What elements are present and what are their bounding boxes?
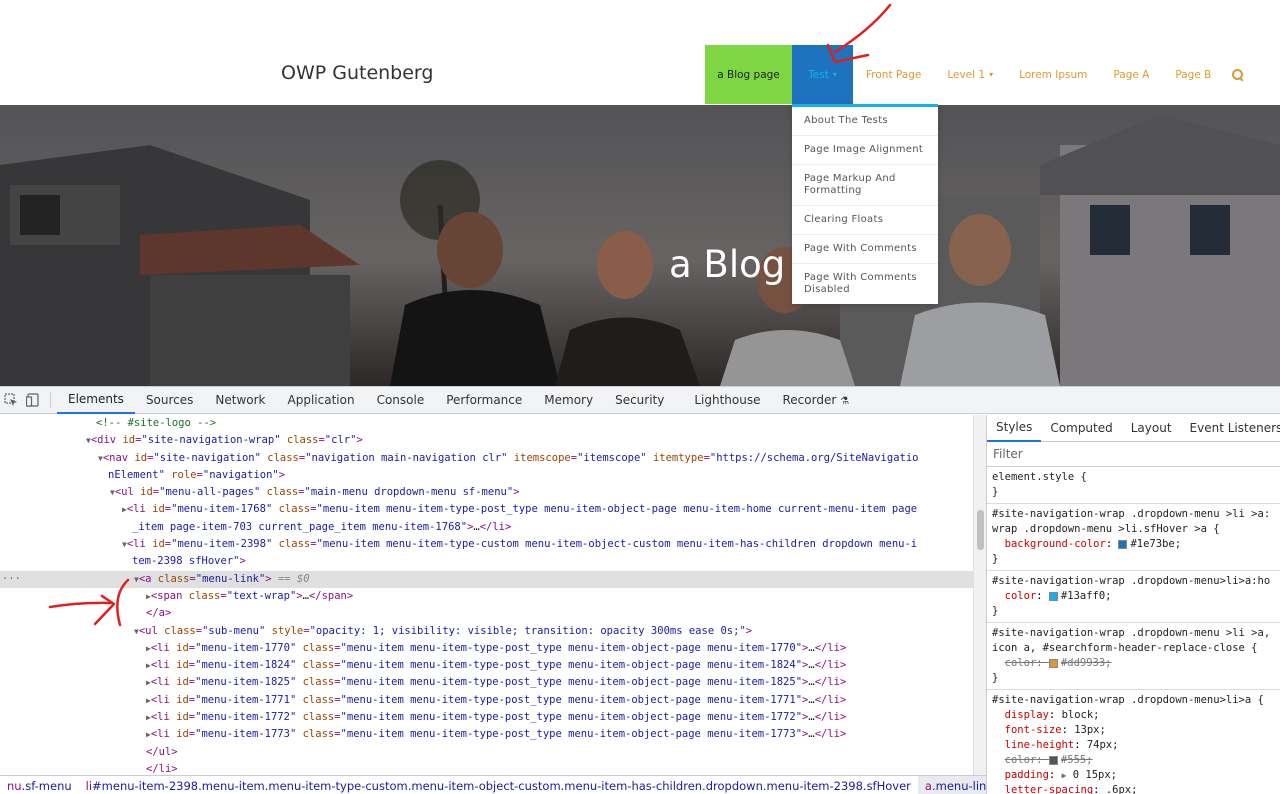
tab-network[interactable]: Network: [204, 387, 276, 414]
tab-elements[interactable]: Elements: [57, 387, 135, 414]
dom-node-nav[interactable]: ▼<nav id="site-navigation" class="naviga…: [0, 450, 986, 467]
nav-label: Front Page: [866, 68, 922, 81]
elements-tree[interactable]: <!-- #site-logo --> ▼<div id="site-navig…: [0, 415, 986, 775]
dom-comment[interactable]: <!-- #site-logo -->: [0, 415, 986, 432]
nav-label: Lorem Ipsum: [1019, 68, 1088, 81]
submenu-item-clearing-floats[interactable]: Clearing Floats: [792, 206, 938, 235]
style-rule[interactable]: #site-navigation-wrap .dropdown-menu >li…: [987, 504, 1280, 571]
color-swatch[interactable]: [1048, 591, 1058, 601]
device-toolbar-icon[interactable]: [22, 387, 44, 414]
breadcrumb-ul[interactable]: nu.sf-menu: [0, 776, 79, 794]
main-navigation: a Blog page Test ▾ Front Page Level 1 ▾ Lo…: [705, 45, 1252, 104]
nav-item-test[interactable]: Test ▾: [792, 45, 853, 104]
tab-computed[interactable]: Computed: [1041, 415, 1121, 442]
submenu-item-about-tests[interactable]: About The Tests: [792, 107, 938, 136]
tab-security[interactable]: Security: [604, 387, 675, 414]
nav-item-blog[interactable]: a Blog page: [705, 45, 792, 104]
nav-label: Page A: [1113, 68, 1150, 81]
submenu-item-comments-disabled[interactable]: Page With Comments Disabled: [792, 264, 938, 304]
divider: [50, 392, 51, 408]
tab-recorder[interactable]: Recorder ⚗: [772, 387, 861, 414]
hero-photo: [0, 105, 1280, 386]
style-rule[interactable]: #site-navigation-wrap .dropdown-menu >li…: [987, 623, 1280, 690]
inspect-element-icon[interactable]: [0, 387, 22, 414]
flask-icon: ⚗: [840, 395, 850, 407]
nav-item-page-b[interactable]: Page B: [1162, 45, 1224, 104]
chevron-down-icon: ▾: [989, 70, 994, 79]
nav-item-lorem-ipsum[interactable]: Lorem Ipsum: [1006, 45, 1100, 104]
submenu-item-image-alignment[interactable]: Page Image Alignment: [792, 136, 938, 165]
dom-node-sub-li[interactable]: ▶<li id="menu-item-1773" class="menu-ite…: [0, 726, 986, 743]
dom-breadcrumb: nu.sf-menu li#menu-item-2398.menu-item.m…: [0, 775, 986, 794]
chevron-down-icon: ▾: [832, 70, 837, 79]
nav-search[interactable]: [1224, 45, 1252, 104]
style-rule[interactable]: element.style { }: [987, 467, 1280, 504]
style-rule[interactable]: #site-navigation-wrap .dropdown-menu>li>…: [987, 690, 1280, 794]
breadcrumb-li[interactable]: li#menu-item-2398.menu-item.menu-item-ty…: [79, 776, 918, 794]
dom-node-sub-li[interactable]: ▶<li id="menu-item-1770" class="menu-ite…: [0, 640, 986, 657]
submenu-item-markup-formatting[interactable]: Page Markup And Formatting: [792, 165, 938, 206]
dom-node-span[interactable]: ▶<span class="text-wrap">…</span>: [0, 588, 986, 605]
tab-application[interactable]: Application: [277, 387, 366, 414]
dom-node-li-2398-cont[interactable]: tem-2398 sfHover">: [0, 553, 986, 570]
tab-event-listeners[interactable]: Event Listeners: [1181, 415, 1280, 442]
styles-pane: Styles Computed Layout Event Listeners F…: [986, 415, 1280, 794]
dom-node-li-close[interactable]: </li>: [0, 761, 986, 775]
dom-node-sub-li[interactable]: ▶<li id="menu-item-1824" class="menu-ite…: [0, 657, 986, 674]
color-swatch[interactable]: [1118, 539, 1128, 549]
test-submenu: About The Tests Page Image Alignment Pag…: [792, 104, 938, 304]
devtools-panel: Elements Sources Network Application Con…: [0, 386, 1280, 794]
nav-label: Test: [808, 68, 829, 81]
site-logo[interactable]: OWP Gutenberg: [281, 62, 433, 84]
color-swatch[interactable]: [1048, 755, 1058, 765]
dom-node-li-1768-cont[interactable]: _item page-item-703 current_page_item me…: [0, 519, 986, 536]
hero-banner: a Blog p: [0, 105, 1280, 386]
devtools-tabbar: Elements Sources Network Application Con…: [0, 387, 1280, 414]
color-swatch[interactable]: [1048, 658, 1058, 668]
nav-item-front-page[interactable]: Front Page: [853, 45, 934, 104]
tab-lighthouse[interactable]: Lighthouse: [683, 387, 771, 414]
site-header: OWP Gutenberg a Blog page Test ▾ Front Pa…: [0, 0, 1280, 105]
nav-item-page-a[interactable]: Page A: [1100, 45, 1162, 104]
nav-label: a Blog page: [717, 68, 780, 81]
dom-node-sub-li[interactable]: ▶<li id="menu-item-1825" class="menu-ite…: [0, 674, 986, 691]
nav-label: Page B: [1175, 68, 1212, 81]
dom-node-a-close[interactable]: </a>: [0, 605, 986, 622]
nav-item-level-1[interactable]: Level 1 ▾: [934, 45, 1006, 104]
dom-node-li-1768[interactable]: ▶<li id="menu-item-1768" class="menu-ite…: [0, 501, 986, 518]
dom-node-a-selected[interactable]: ··· ▼<a class="menu-link"> == $0: [0, 570, 986, 588]
nav-label: Level 1: [947, 68, 986, 81]
style-rule[interactable]: #site-navigation-wrap .dropdown-menu>li>…: [987, 571, 1280, 623]
tab-recorder-label: Recorder: [782, 392, 837, 407]
tab-memory[interactable]: Memory: [533, 387, 604, 414]
dom-node-div[interactable]: ▼<div id="site-navigation-wrap" class="c…: [0, 432, 986, 449]
tab-sources[interactable]: Sources: [135, 387, 204, 414]
breadcrumb-a[interactable]: a.menu-link: [917, 776, 986, 794]
dom-node-nav-cont[interactable]: nElement" role="navigation">: [0, 467, 986, 484]
tab-styles[interactable]: Styles: [987, 415, 1042, 442]
elements-scrollbar[interactable]: [973, 415, 986, 775]
style-rules: element.style { } #site-navigation-wrap …: [987, 467, 1280, 794]
tab-performance[interactable]: Performance: [435, 387, 533, 414]
styles-tabbar: Styles Computed Layout Event Listeners: [987, 415, 1280, 442]
submenu-item-comments[interactable]: Page With Comments: [792, 235, 938, 264]
dom-node-sub-li[interactable]: ▶<li id="menu-item-1772" class="menu-ite…: [0, 709, 986, 726]
tab-layout[interactable]: Layout: [1122, 415, 1181, 442]
dom-node-li-2398[interactable]: ▼<li id="menu-item-2398" class="menu-ite…: [0, 536, 986, 553]
dom-node-ul-close[interactable]: </ul>: [0, 744, 986, 761]
search-icon: [1232, 68, 1244, 81]
dom-node-submenu[interactable]: ▼<ul class="sub-menu" style="opacity: 1;…: [0, 623, 986, 640]
dom-node-ul[interactable]: ▼<ul id="menu-all-pages" class="main-men…: [0, 484, 986, 501]
styles-filter-input[interactable]: Filter: [987, 442, 1280, 467]
scrollbar-thumb[interactable]: [977, 510, 984, 550]
tab-console[interactable]: Console: [366, 387, 436, 414]
dom-node-sub-li[interactable]: ▶<li id="menu-item-1771" class="menu-ite…: [0, 692, 986, 709]
more-icon[interactable]: ···: [2, 571, 21, 588]
